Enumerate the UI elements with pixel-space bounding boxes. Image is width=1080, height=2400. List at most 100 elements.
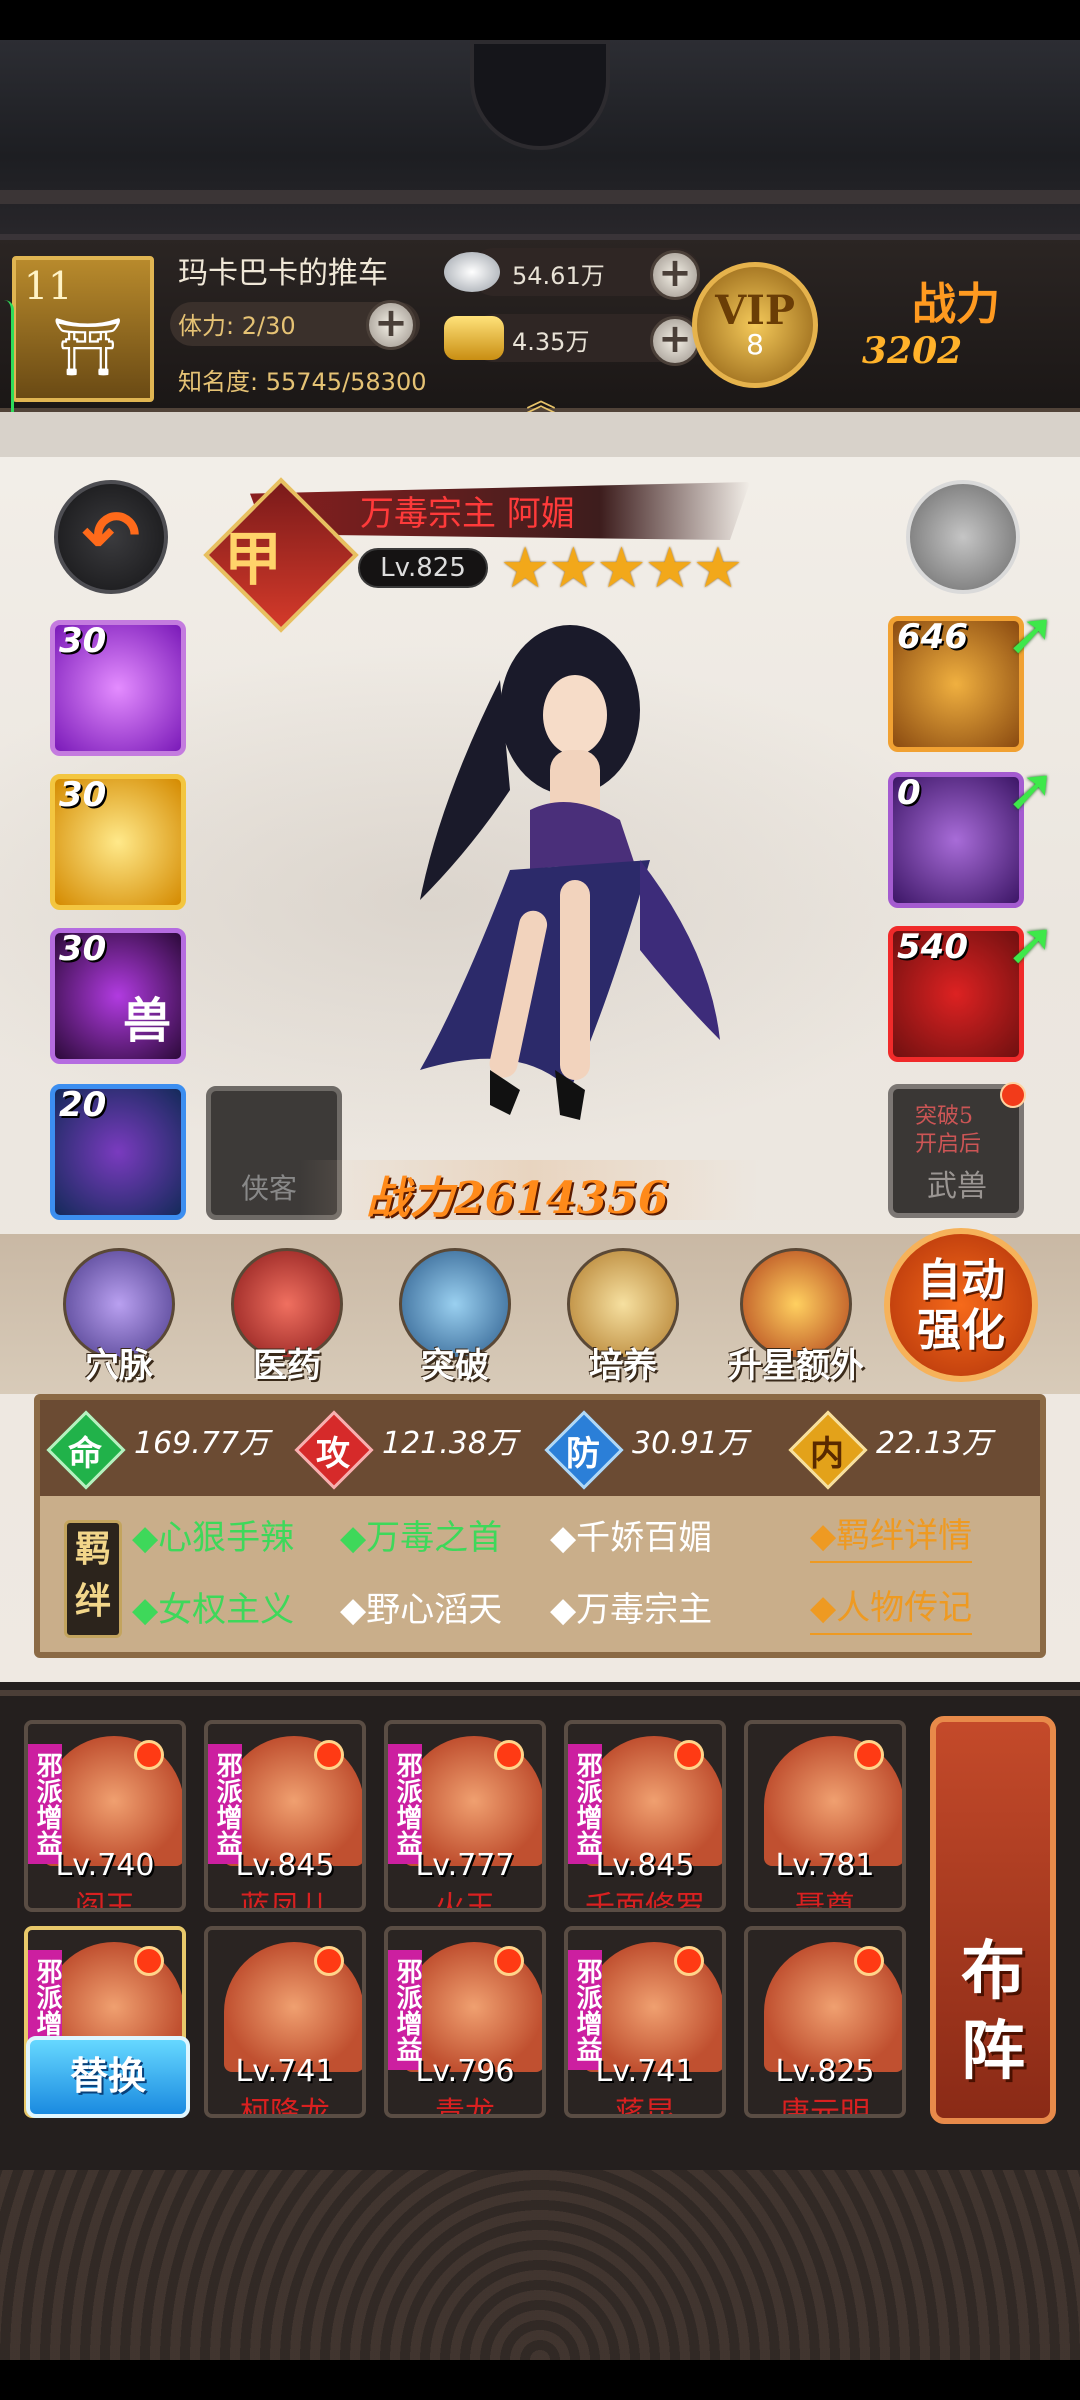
- top-power-label: 战力: [912, 279, 1000, 330]
- bond-text: 万毒宗主: [576, 1590, 713, 1630]
- notification-dot: [854, 1946, 884, 1976]
- hero-card-level: Lv.845: [235, 1848, 335, 1883]
- hero-card-name: 阎王: [75, 1890, 135, 1912]
- function-label: 培养: [589, 1346, 657, 1386]
- team-card[interactable]: Lv.741 柯降龙: [204, 1926, 366, 2118]
- faction-tag: 邪派增益: [388, 1950, 422, 2070]
- team-card[interactable]: 邪派增益 Lv.796 青龙: [384, 1926, 546, 2118]
- gold-icon: [444, 316, 504, 360]
- silver-icon: [444, 252, 500, 292]
- wushou-hint: 突破5 开启后: [915, 1104, 982, 1157]
- add-stamina-button[interactable]: +: [366, 300, 416, 350]
- status-strip: [0, 0, 1080, 40]
- equip-level: 0: [897, 773, 921, 813]
- vip-label: VIP: [715, 287, 795, 334]
- xiake-label: 侠客: [241, 1172, 298, 1205]
- auto-strengthen-button[interactable]: 自动 强化: [884, 1228, 1038, 1382]
- skill-slot-1[interactable]: 30: [50, 620, 186, 756]
- notification-dot: [674, 1946, 704, 1976]
- faction-tag: 邪派增益: [208, 1744, 242, 1864]
- star-extra-button[interactable]: 升星额外: [716, 1248, 876, 1408]
- upgrade-arrow-icon: ➚: [1005, 599, 1057, 669]
- hp-glyph: 命: [68, 1434, 102, 1474]
- attack-glyph: 攻: [316, 1434, 350, 1474]
- replace-button[interactable]: 替换: [26, 2036, 190, 2118]
- bond-text: 心狠手辣: [158, 1518, 295, 1558]
- cultivate-button[interactable]: 培养: [548, 1248, 698, 1408]
- team-card[interactable]: 邪派增益 Lv.740 阎王: [24, 1720, 186, 1912]
- function-label: 突破: [421, 1346, 489, 1386]
- hero-bio-link[interactable]: ◆人物传记: [810, 1580, 973, 1635]
- notification-dot: [674, 1740, 704, 1770]
- faction-tag: 邪派增益: [568, 1744, 602, 1864]
- hero-character-image[interactable]: [380, 620, 740, 1160]
- hero-stars: ★★★★★: [500, 536, 743, 601]
- hero-level: Lv.825: [358, 548, 488, 588]
- hero-card-name: 蓝凤儿: [240, 1890, 330, 1912]
- meridian-button[interactable]: 穴脉: [44, 1248, 194, 1408]
- hero-card-level: Lv.845: [595, 1848, 695, 1883]
- nav-strip: [0, 2360, 1080, 2400]
- bond-detail-link[interactable]: ◆羁绊详情: [810, 1508, 973, 1563]
- notification-dot: [494, 1740, 524, 1770]
- hero-panel-top-band: [0, 412, 1080, 457]
- team-panel-border: [0, 1690, 1080, 1696]
- rank-badge: 甲: [224, 525, 283, 593]
- bond-tag: 羁绊: [64, 1520, 122, 1638]
- skill-slot-3[interactable]: 30 兽: [50, 928, 186, 1064]
- formation-button[interactable]: 布 阵: [930, 1716, 1056, 2124]
- hero-card-level: Lv.741: [595, 2054, 695, 2089]
- bond-text: 万毒之首: [366, 1518, 503, 1558]
- team-card[interactable]: Lv.825 唐元明: [744, 1926, 906, 2118]
- hero-card-name: 千面修罗: [585, 1890, 705, 1912]
- diamond-icon: ◆: [550, 1590, 577, 1630]
- back-button[interactable]: ↶: [54, 480, 168, 594]
- notification-dot: [494, 1946, 524, 1976]
- faction-tag: 邪派增益: [388, 1744, 422, 1864]
- equip-level: 646: [897, 617, 968, 657]
- notification-dot: [314, 1946, 344, 1976]
- wave-pattern: [0, 2170, 1080, 2360]
- bond-item: ◆女权主义: [132, 1582, 294, 1631]
- hero-card-name: 聂尊: [795, 1890, 855, 1912]
- stamina-text: 体力: 2/30: [178, 312, 296, 340]
- team-card[interactable]: Lv.781 聂尊: [744, 1720, 906, 1912]
- bond-item: ◆万毒宗主: [550, 1582, 712, 1631]
- skill-level: 20: [59, 1085, 107, 1125]
- notification-dot: [1000, 1082, 1026, 1108]
- top-power-value: 3202: [862, 330, 963, 372]
- bond-text: 野心滔天: [366, 1590, 503, 1630]
- roof-beam: [0, 190, 1080, 204]
- medicine-button[interactable]: 医药: [212, 1248, 362, 1408]
- function-label: 升星额外: [728, 1346, 864, 1386]
- hero-card-level: Lv.825: [775, 2054, 875, 2089]
- team-card[interactable]: 邪派增益 Lv.777 火王: [384, 1720, 546, 1912]
- faction-tag: 邪派增益: [28, 1744, 62, 1864]
- team-card[interactable]: 邪派增益 Lv.845 蓝凤儿: [204, 1720, 366, 1912]
- vip-badge[interactable]: VIP 8: [692, 262, 818, 388]
- bond-item: ◆野心滔天: [340, 1582, 502, 1631]
- notification-dot: [314, 1740, 344, 1770]
- player-level-badge[interactable]: 11 ⛩: [12, 256, 154, 402]
- breakthrough-button[interactable]: 突破: [380, 1248, 530, 1408]
- diamond-icon: ◆: [550, 1518, 577, 1558]
- player-name: 玛卡巴卡的推车: [178, 256, 388, 291]
- diamond-icon: ◆: [340, 1590, 367, 1630]
- hero-power: 战力2614356: [366, 1162, 668, 1226]
- hero-card-name: 青龙: [435, 2096, 495, 2118]
- hp-value: 169.77万: [134, 1426, 269, 1461]
- team-card[interactable]: 邪派增益 Lv.741 蒋昆: [564, 1926, 726, 2118]
- diamond-icon: ◆: [132, 1590, 159, 1630]
- team-card[interactable]: 邪派增益 Lv.845 千面修罗: [564, 1720, 726, 1912]
- bond-item: ◆千娇百媚: [550, 1510, 712, 1559]
- hero-card-level: Lv.740: [55, 1848, 155, 1883]
- bond-text: 女权主义: [158, 1590, 295, 1630]
- silver-amount: 54.61万: [512, 262, 605, 290]
- meditation-statue-button[interactable]: [906, 480, 1020, 594]
- hero-title: 万毒宗主 阿媚: [360, 494, 575, 534]
- add-silver-button[interactable]: +: [650, 250, 700, 300]
- faction-tag: 邪派增益: [568, 1950, 602, 2070]
- skill-slot-2[interactable]: 30: [50, 774, 186, 910]
- skill-slot-4[interactable]: 20: [50, 1084, 186, 1220]
- inner-value: 22.13万: [876, 1426, 992, 1461]
